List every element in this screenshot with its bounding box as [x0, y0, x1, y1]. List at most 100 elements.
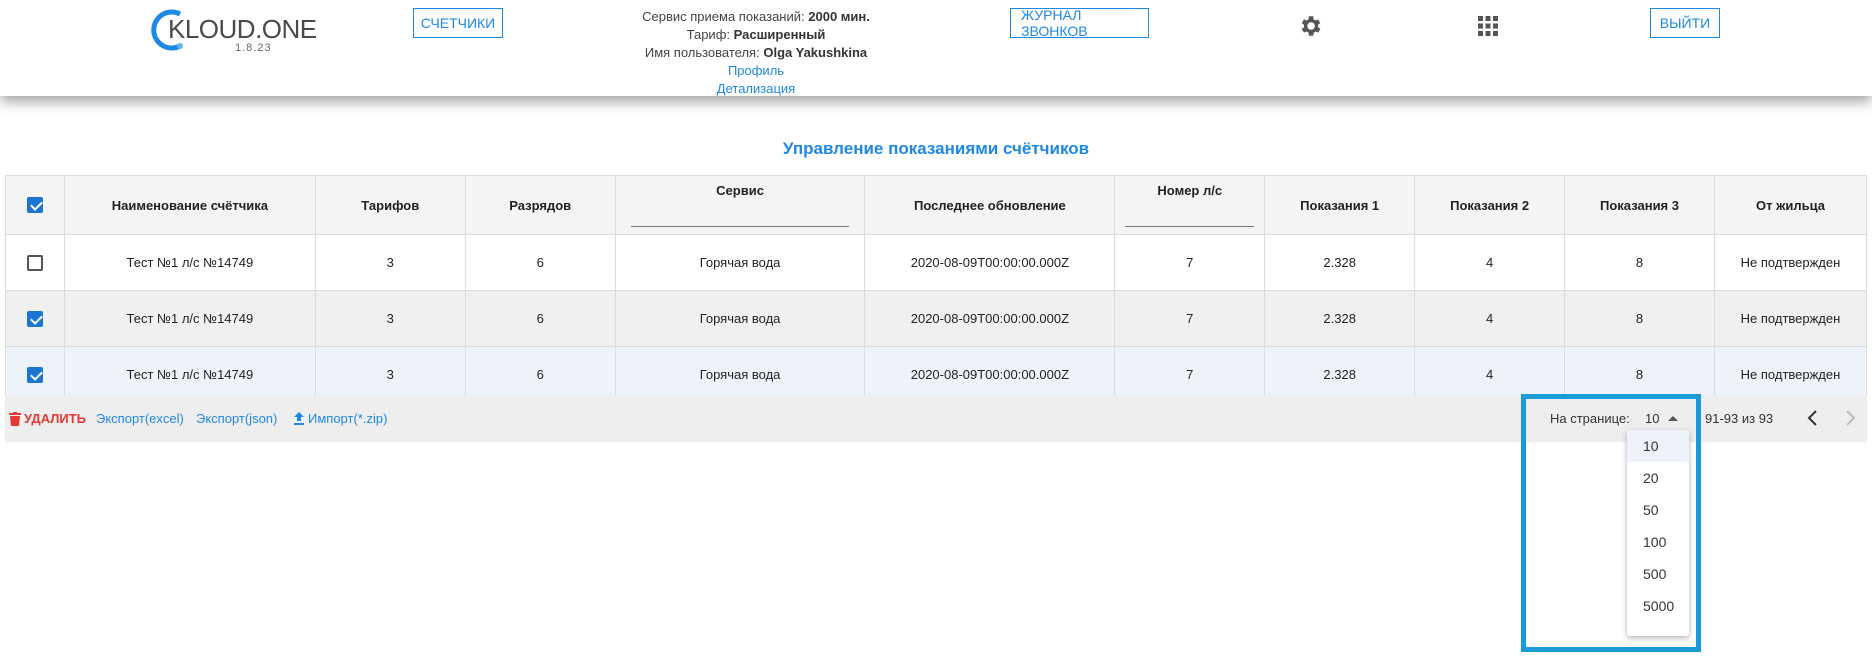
table-cell: 2020-08-09T00:00:00.000Z	[864, 234, 1116, 291]
row-select-cell	[5, 346, 65, 403]
export-excel-link[interactable]: Экспорт(excel)	[96, 411, 184, 426]
row-checkbox[interactable]	[26, 310, 43, 327]
account-filter-input[interactable]	[1125, 206, 1255, 227]
rows-per-page-label: На странице:	[1550, 411, 1630, 426]
call-journal-button[interactable]: ЖУРНАЛ ЗВОНКОВ	[1010, 7, 1149, 39]
export-json-link[interactable]: Экспорт(json)	[196, 411, 277, 426]
column-header[interactable]: Тарифов	[314, 175, 466, 235]
table-cell: 2020-08-09T00:00:00.000Z	[864, 346, 1116, 403]
menu-item[interactable]: 10	[1627, 430, 1689, 462]
chevron-left-icon[interactable]	[1805, 408, 1821, 428]
rows-per-page-select[interactable]: 10	[1645, 411, 1659, 426]
table-cell: Горячая вода	[614, 346, 866, 403]
table-cell: 4	[1414, 346, 1566, 403]
details-link[interactable]: Детализация	[600, 80, 912, 98]
column-header-label: Номер л/с	[1157, 183, 1223, 198]
column-header[interactable]: Наименование счётчика	[63, 175, 316, 235]
row-select-cell	[5, 234, 65, 291]
table-cell: 2020-08-09T00:00:00.000Z	[864, 290, 1116, 347]
table-cell: 4	[1414, 234, 1566, 291]
table-cell: 7	[1114, 346, 1266, 403]
table-row[interactable]: Тест №1 л/с №14749 3 6 Горячая вода 2020…	[5, 234, 1868, 291]
logo: KLOUD.ONE 1.8.23	[150, 6, 317, 54]
table-cell: 6	[464, 290, 616, 347]
counters-button[interactable]: СЧЕТЧИКИ	[413, 8, 503, 38]
table-cell: 8	[1564, 346, 1715, 403]
select-all-checkbox[interactable]	[26, 197, 43, 214]
app-header: KLOUD.ONE 1.8.23 СЧЕТЧИКИ Сервис приема …	[0, 0, 1872, 96]
table-cell: Тест №1 л/с №14749	[63, 234, 316, 291]
table-cell: Не подтвержден	[1713, 346, 1868, 403]
table-row[interactable]: Тест №1 л/с №14749 3 6 Горячая вода 2020…	[5, 290, 1868, 347]
tariff-label: Тариф:	[686, 27, 730, 42]
menu-item[interactable]: 5000	[1627, 590, 1689, 622]
column-header[interactable]: Показания 3	[1564, 175, 1715, 235]
column-header-filter[interactable]: Номер л/с	[1114, 175, 1266, 235]
tariff-line: Тариф: Расширенный	[600, 26, 912, 44]
table-cell: Тест №1 л/с №14749	[63, 346, 316, 403]
caret-up-icon[interactable]	[1668, 416, 1678, 421]
upload-icon	[294, 412, 304, 425]
account-info: Сервис приема показаний: 2000 мин. Тариф…	[600, 8, 912, 98]
app-version: 1.8.23	[235, 42, 272, 54]
meters-table: Наименование счётчика Тарифов Разрядов С…	[5, 175, 1868, 403]
table-cell: 3	[314, 346, 466, 403]
chevron-right-icon[interactable]	[1842, 408, 1858, 428]
table-cell: Горячая вода	[614, 290, 866, 347]
column-header[interactable]: Последнее обновление	[864, 175, 1116, 235]
menu-item[interactable]: 50	[1627, 494, 1689, 526]
service-filter-input[interactable]	[631, 206, 849, 227]
user-line: Имя пользователя: Olga Yakushkina	[600, 44, 912, 62]
user-value: Olga Yakushkina	[763, 45, 868, 60]
table-cell: Горячая вода	[614, 234, 866, 291]
table-row[interactable]: Тест №1 л/с №14749 3 6 Горячая вода 2020…	[5, 346, 1868, 403]
gear-icon[interactable]	[1297, 13, 1323, 39]
row-checkbox[interactable]	[26, 366, 43, 383]
logo-text: KLOUD.ONE	[168, 14, 317, 44]
column-header[interactable]: Показания 1	[1264, 175, 1416, 235]
row-checkbox[interactable]	[26, 254, 43, 271]
import-zip-button[interactable]: Импорт(*.zip)	[293, 411, 387, 426]
import-label: Импорт(*.zip)	[308, 411, 388, 426]
table-cell: 4	[1414, 290, 1566, 347]
service-label: Сервис приема показаний:	[642, 9, 805, 24]
service-value: 2000 мин.	[808, 9, 870, 24]
table-footer: УДАЛИТЬ Экспорт(excel) Экспорт(json) Имп…	[5, 396, 1867, 442]
table-cell: Не подтвержден	[1713, 290, 1868, 347]
profile-link[interactable]: Профиль	[600, 62, 912, 80]
column-header[interactable]: Показания 2	[1414, 175, 1566, 235]
row-select-cell	[5, 290, 65, 347]
rows-per-page-menu: 10 20 50 100 500 5000	[1627, 430, 1689, 636]
service-line: Сервис приема показаний: 2000 мин.	[600, 8, 912, 26]
table-cell: 6	[464, 234, 616, 291]
logout-button[interactable]: ВЫЙТИ	[1650, 8, 1720, 38]
table-cell: 2.328	[1264, 290, 1416, 347]
select-all-cell	[5, 175, 65, 235]
table-cell: 8	[1564, 290, 1715, 347]
table-cell: 7	[1114, 234, 1266, 291]
column-header[interactable]: Разрядов	[464, 175, 616, 235]
apps-grid-icon[interactable]	[1478, 16, 1498, 36]
table-cell: 3	[314, 234, 466, 291]
table-cell: 8	[1564, 234, 1715, 291]
delete-button[interactable]: УДАЛИТЬ	[9, 411, 86, 426]
table-cell: 2.328	[1264, 234, 1416, 291]
delete-label: УДАЛИТЬ	[24, 411, 86, 426]
column-header[interactable]: От жильца	[1713, 175, 1868, 235]
column-header-label: Сервис	[716, 183, 764, 198]
menu-item[interactable]: 100	[1627, 526, 1689, 558]
table-cell: 7	[1114, 290, 1266, 347]
page-title: Управление показаниями счётчиков	[782, 139, 1090, 158]
column-header-filter[interactable]: Сервис	[614, 175, 866, 235]
user-label: Имя пользователя:	[644, 45, 760, 60]
tariff-value: Расширенный	[733, 27, 826, 42]
menu-item[interactable]: 500	[1627, 558, 1689, 590]
pagination-range: 91-93 из 93	[1705, 411, 1774, 426]
table-cell: 6	[464, 346, 616, 403]
table-cell: 2.328	[1264, 346, 1416, 403]
trash-icon	[9, 411, 21, 426]
table-cell: Тест №1 л/с №14749	[63, 290, 316, 347]
menu-item[interactable]: 20	[1627, 462, 1689, 494]
table-cell: 3	[314, 290, 466, 347]
table-header-row: Наименование счётчика Тарифов Разрядов С…	[5, 175, 1868, 235]
